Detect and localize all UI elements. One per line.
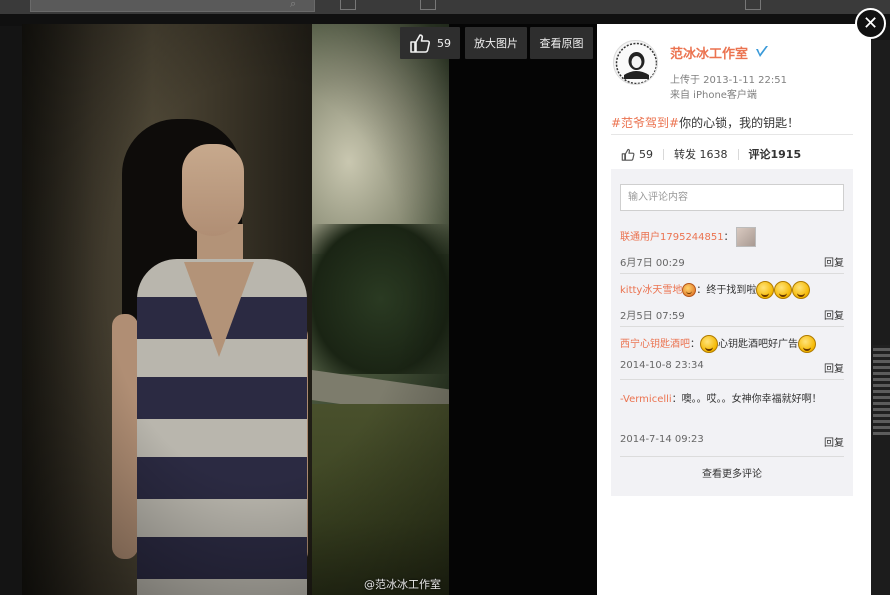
background-qr-code xyxy=(873,345,890,435)
post-timestamp: 上传于 2013-1-11 22:51 xyxy=(670,75,787,86)
emoji-icon xyxy=(774,281,793,299)
comment-date: 2月5日 07:59 xyxy=(620,311,685,322)
sticker-image xyxy=(735,227,756,247)
zoom-image-button[interactable]: 放大图片 xyxy=(465,27,527,59)
post-body: 你的心锁，我的钥匙！ xyxy=(679,116,800,130)
reply-button[interactable]: 回复 xyxy=(824,434,844,449)
post-panel: 范冰冰工作室 上传于 2013-1-11 22:51 来自 iPhone客户端 … xyxy=(597,24,871,595)
comment-text: ： xyxy=(690,339,700,350)
comment-text: ： xyxy=(723,232,734,243)
search-icon: ⌕ xyxy=(290,0,297,10)
close-button[interactable]: ✕ xyxy=(855,8,886,39)
reply-button[interactable]: 回复 xyxy=(824,360,844,375)
comment-item: 联通用户1795244851： 6月7日 00:29 回复 xyxy=(620,227,844,269)
more-comments-link[interactable]: 查看更多评论 xyxy=(611,465,853,480)
post-source: 来自 iPhone客户端 xyxy=(670,90,757,101)
comment-user[interactable]: -Vermicelli xyxy=(620,394,672,405)
comment-line: 西宁心钥匙酒吧： 心钥匙酒吧好广告 xyxy=(620,335,844,353)
background-nav-icon xyxy=(420,0,436,10)
thumbs-up-icon xyxy=(410,34,431,53)
comment-date: 6月7日 00:29 xyxy=(620,258,685,269)
avatar-logo-icon xyxy=(615,42,657,84)
divider xyxy=(611,134,853,135)
comment-stat[interactable]: 评论1915 xyxy=(749,146,802,162)
stat-separator xyxy=(737,148,739,160)
repost-stat[interactable]: 转发 1638 xyxy=(674,146,728,162)
view-original-button[interactable]: 查看原图 xyxy=(530,27,593,59)
likes-stat[interactable]: 59 xyxy=(621,148,653,161)
comment-text: ：终于找到啦 xyxy=(696,285,757,296)
comment-text-2: 心钥匙酒吧好广告 xyxy=(718,339,798,350)
author-name[interactable]: 范冰冰工作室 xyxy=(670,43,748,62)
like-button[interactable]: 59 xyxy=(400,27,460,59)
emoji-icon xyxy=(756,281,775,299)
comment-item: kitty冰天雪地 ：终于找到啦 2月5日 07:59 回复 xyxy=(620,281,844,322)
reply-button[interactable]: 回复 xyxy=(824,254,844,269)
photo-viewer: @范冰冰工作室 xyxy=(22,24,597,595)
background-nav-icon xyxy=(340,0,356,10)
photo-watermark: @范冰冰工作室 xyxy=(364,578,441,591)
post-stats: 59 转发 1638 评论1915 xyxy=(621,146,801,162)
post-text: #范爷驾到#你的心锁，我的钥匙！ xyxy=(611,114,799,131)
comment-user[interactable]: kitty冰天雪地 xyxy=(620,285,682,296)
verified-icon xyxy=(756,46,768,57)
emoji-icon xyxy=(798,335,816,353)
emoji-icon xyxy=(682,283,697,297)
comment-date: 2014-7-14 09:23 xyxy=(620,434,704,445)
comment-divider xyxy=(620,326,844,327)
background-nav-icon xyxy=(745,0,761,10)
likes-count: 59 xyxy=(639,147,653,161)
like-count: 59 xyxy=(437,36,451,50)
emoji-icon xyxy=(700,335,718,353)
comment-divider xyxy=(620,456,844,457)
stat-separator xyxy=(663,148,664,160)
close-icon: ✕ xyxy=(862,13,879,34)
comment-line: 联通用户1795244851： xyxy=(620,227,844,247)
comment-line: kitty冰天雪地 ：终于找到啦 xyxy=(620,281,844,299)
avatar[interactable] xyxy=(613,40,658,85)
comment-date: 2014-10-8 23:34 xyxy=(620,360,704,371)
comments-section: 联通用户1795244851： 6月7日 00:29 回复 kitty冰天雪地：… xyxy=(611,169,853,496)
comment-user[interactable]: 西宁心钥匙酒吧 xyxy=(620,339,690,350)
comment-text: ：噢。。哎。。女神你幸福就好啊！ xyxy=(671,394,822,405)
background-right-strip xyxy=(871,40,890,595)
comment-line: -Vermicelli：噢。。哎。。女神你幸福就好啊！ xyxy=(620,389,826,410)
thumbs-up-icon xyxy=(621,148,635,161)
emoji-icon xyxy=(792,281,811,299)
topic-link[interactable]: #范爷驾到# xyxy=(611,116,679,130)
photo xyxy=(22,24,449,595)
comment-input[interactable] xyxy=(620,184,844,211)
comment-item: -Vermicelli：噢。。哎。。女神你幸福就好啊！ 2014-7-14 09… xyxy=(620,389,844,449)
reply-button[interactable]: 回复 xyxy=(824,307,844,322)
background-search-box xyxy=(30,0,315,12)
comment-divider xyxy=(620,273,844,274)
comment-divider xyxy=(620,379,844,380)
photo-vignette xyxy=(22,24,449,595)
comment-item: 西宁心钥匙酒吧： 心钥匙酒吧好广告 2014-10-8 23:34 回复 xyxy=(620,335,844,375)
comment-user[interactable]: 联通用户1795244851 xyxy=(620,232,724,243)
